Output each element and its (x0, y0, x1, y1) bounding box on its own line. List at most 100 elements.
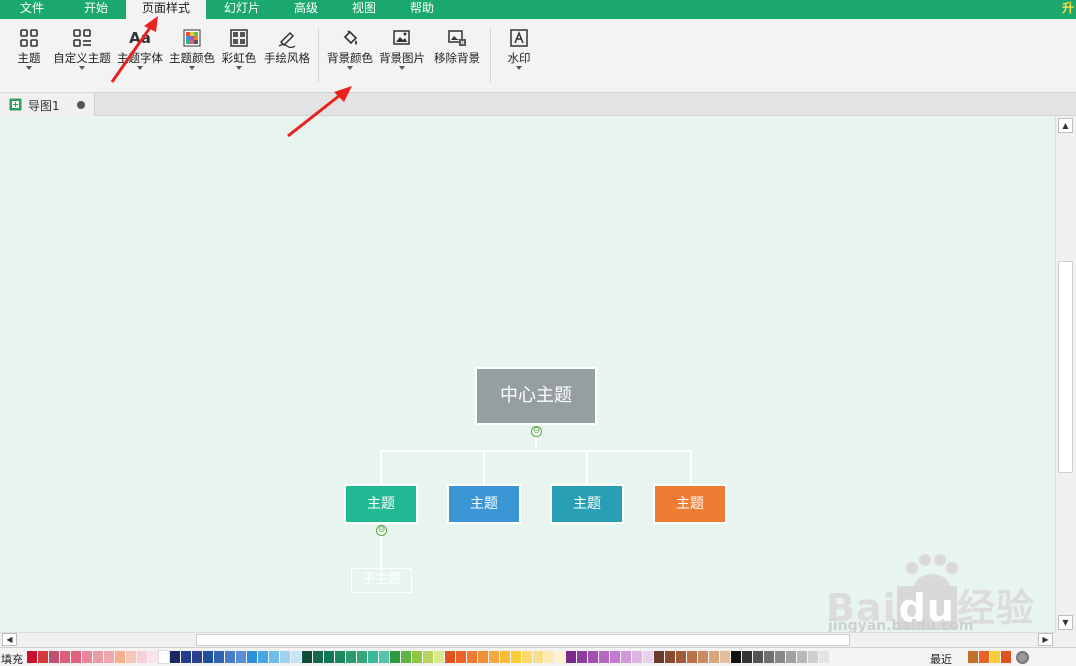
theme-button[interactable]: 主题 (12, 23, 46, 87)
color-swatch[interactable] (126, 651, 136, 663)
color-swatch[interactable] (401, 651, 411, 663)
color-swatch[interactable] (258, 651, 268, 663)
color-swatch[interactable] (621, 651, 631, 663)
scroll-right-arrow-icon[interactable]: ▶ (1038, 633, 1053, 646)
color-swatch[interactable] (555, 651, 565, 663)
color-swatch[interactable] (445, 651, 455, 663)
custom-theme-button[interactable]: 自定义主题 (51, 23, 113, 87)
scroll-down-arrow-icon[interactable]: ▼ (1058, 615, 1073, 630)
color-swatch[interactable] (643, 651, 653, 663)
color-swatch[interactable] (335, 651, 345, 663)
color-swatch[interactable] (225, 651, 235, 663)
color-swatch[interactable] (38, 651, 48, 663)
menu-slides[interactable]: 幻灯片 (212, 0, 272, 19)
color-swatch[interactable] (665, 651, 675, 663)
theme-font-button[interactable]: Aa 主题字体 (116, 23, 164, 87)
color-swatch[interactable] (104, 651, 114, 663)
subtopic-3[interactable]: 主题 (550, 484, 624, 524)
color-swatch[interactable] (49, 651, 59, 663)
menu-help[interactable]: 帮助 (396, 0, 448, 19)
theme-color-button[interactable]: 主题颜色 (167, 23, 217, 87)
recent-color-swatch[interactable] (1001, 651, 1011, 663)
color-swatch[interactable] (577, 651, 587, 663)
color-swatch[interactable] (247, 651, 257, 663)
color-swatch[interactable] (610, 651, 620, 663)
rainbow-button[interactable]: 彩虹色 (220, 23, 258, 87)
color-swatch[interactable] (775, 651, 785, 663)
color-swatch[interactable] (588, 651, 598, 663)
color-swatch[interactable] (379, 651, 389, 663)
color-swatch[interactable] (181, 651, 191, 663)
scroll-up-arrow-icon[interactable]: ▲ (1058, 118, 1073, 133)
color-swatch[interactable] (544, 651, 554, 663)
color-swatch[interactable] (676, 651, 686, 663)
recent-color-swatch[interactable] (990, 651, 1000, 663)
central-topic[interactable]: 中心主题 (475, 367, 597, 425)
color-swatch[interactable] (819, 651, 829, 663)
palette-settings-icon[interactable] (1016, 651, 1029, 664)
color-swatch[interactable] (137, 651, 147, 663)
color-swatch[interactable] (632, 651, 642, 663)
color-swatch[interactable] (753, 651, 763, 663)
color-swatch[interactable] (357, 651, 367, 663)
color-swatch[interactable] (467, 651, 477, 663)
color-swatch[interactable] (456, 651, 466, 663)
color-swatch[interactable] (60, 651, 70, 663)
color-swatch[interactable] (192, 651, 202, 663)
color-swatch[interactable] (324, 651, 334, 663)
subtopic-1[interactable]: 主题 (344, 484, 418, 524)
color-swatch[interactable] (808, 651, 818, 663)
color-swatch[interactable] (203, 651, 213, 663)
menu-file[interactable]: 文件 (8, 0, 56, 19)
menu-page-style[interactable]: 页面样式 (126, 0, 206, 19)
handdrawn-style-button[interactable]: 手绘风格 (261, 23, 313, 87)
color-swatch[interactable] (709, 651, 719, 663)
color-swatch[interactable] (731, 651, 741, 663)
color-swatch[interactable] (302, 651, 312, 663)
color-swatch[interactable] (698, 651, 708, 663)
color-swatch[interactable] (368, 651, 378, 663)
color-swatch[interactable] (742, 651, 752, 663)
menu-view[interactable]: 视图 (338, 0, 390, 19)
upgrade-link[interactable]: 升 (1062, 0, 1076, 19)
horizontal-scrollbar[interactable]: ◀ ▶ (0, 632, 1055, 647)
color-swatch[interactable] (93, 651, 103, 663)
color-swatch[interactable] (158, 650, 170, 664)
collapse-central-icon[interactable]: ⊖ (531, 426, 542, 437)
recent-color-swatch[interactable] (968, 651, 978, 663)
collapse-subtopic-icon[interactable]: ⊖ (376, 525, 387, 536)
color-swatch[interactable] (71, 651, 81, 663)
subtopic-4[interactable]: 主题 (653, 484, 727, 524)
color-swatch[interactable] (511, 651, 521, 663)
vertical-scrollbar[interactable]: ▲ ▼ (1055, 116, 1076, 632)
menu-start[interactable]: 开始 (70, 0, 122, 19)
color-swatch[interactable] (599, 651, 609, 663)
color-swatch[interactable] (654, 651, 664, 663)
unsaved-dot-icon[interactable] (77, 101, 85, 109)
color-swatch[interactable] (423, 651, 433, 663)
color-swatch[interactable] (313, 651, 323, 663)
color-swatch[interactable] (533, 651, 543, 663)
scroll-left-arrow-icon[interactable]: ◀ (2, 633, 17, 646)
color-swatch[interactable] (390, 651, 400, 663)
color-swatch[interactable] (500, 651, 510, 663)
watermark-button[interactable]: 水印 (502, 23, 536, 87)
color-swatch[interactable] (797, 651, 807, 663)
color-swatch[interactable] (764, 651, 774, 663)
document-tab[interactable]: 导图1 (0, 93, 95, 116)
color-swatch[interactable] (269, 651, 279, 663)
background-image-button[interactable]: 背景图片 (377, 23, 427, 87)
subtopic-2[interactable]: 主题 (447, 484, 521, 524)
color-swatch[interactable] (170, 651, 180, 663)
color-swatch[interactable] (115, 651, 125, 663)
color-swatch[interactable] (720, 651, 730, 663)
color-swatch[interactable] (280, 651, 290, 663)
color-swatch[interactable] (82, 651, 92, 663)
background-color-button[interactable]: 背景颜色 (325, 23, 375, 87)
menu-advanced[interactable]: 高级 (280, 0, 332, 19)
color-swatch[interactable] (434, 651, 444, 663)
vertical-scroll-thumb[interactable] (1058, 261, 1073, 473)
color-swatch[interactable] (786, 651, 796, 663)
recent-color-swatch[interactable] (979, 651, 989, 663)
color-swatch[interactable] (830, 651, 840, 663)
